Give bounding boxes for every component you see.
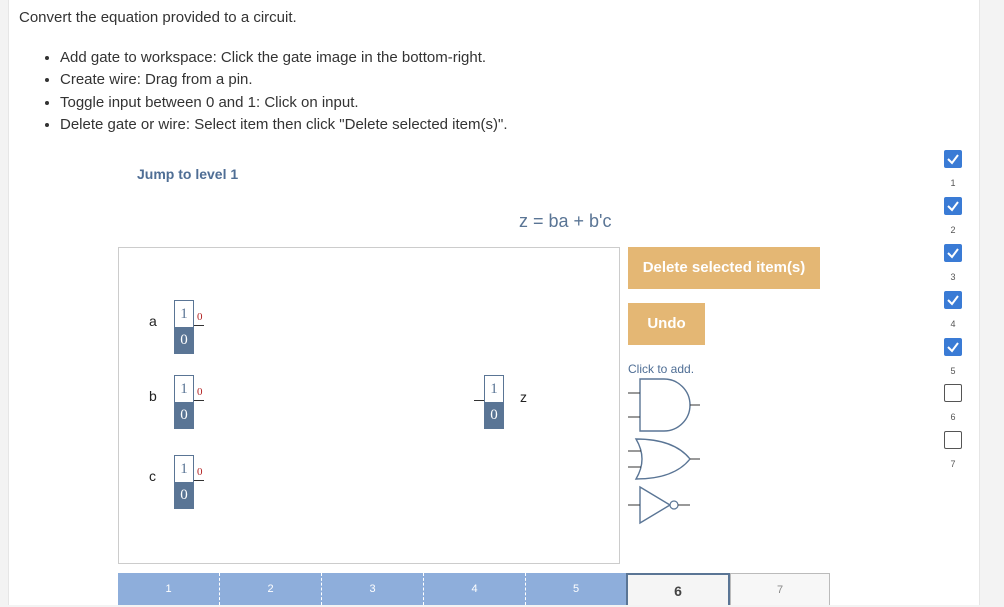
progress-segment-5[interactable]: 5 — [526, 573, 626, 605]
input-label-a: a — [149, 313, 157, 329]
level-number: 1 — [950, 178, 956, 188]
output-pin-c[interactable] — [194, 480, 204, 481]
toggle-zero: 0 — [175, 482, 193, 508]
level-progress-bar: 1 2 3 4 5 6 7 — [118, 573, 830, 605]
instruction-item: Delete gate or wire: Select item then cl… — [60, 114, 508, 136]
progress-segment-3[interactable]: 3 — [322, 573, 424, 605]
indicator-zero: 0 — [485, 402, 503, 428]
instruction-item: Add gate to workspace: Click the gate im… — [60, 47, 508, 69]
level-number: 5 — [950, 366, 956, 376]
instruction-item: Create wire: Drag from a pin. — [60, 69, 508, 91]
input-toggle-c[interactable]: 1 0 — [174, 455, 194, 509]
checked-checkbox-icon — [944, 197, 962, 215]
toggle-one: 1 — [180, 461, 188, 477]
click-to-add-label: Click to add. — [628, 362, 695, 376]
checked-checkbox-icon — [944, 338, 962, 356]
not-gate-icon[interactable] — [626, 485, 694, 525]
output-pin-b[interactable] — [194, 400, 204, 401]
toggle-one: 1 — [180, 381, 188, 397]
progress-segment-4[interactable]: 4 — [424, 573, 526, 605]
level-number: 3 — [950, 272, 956, 282]
delete-selected-button[interactable]: Delete selected item(s) — [628, 247, 820, 289]
progress-segment-2[interactable]: 2 — [220, 573, 322, 605]
output-label-z: z — [520, 389, 527, 405]
output-indicator-z: 1 0 — [484, 375, 504, 429]
checked-checkbox-icon — [944, 150, 962, 168]
checked-checkbox-icon — [944, 291, 962, 309]
unchecked-checkbox-icon — [944, 431, 962, 449]
toggle-zero: 0 — [175, 327, 193, 353]
progress-segment-1[interactable]: 1 — [118, 573, 220, 605]
progress-segment-6[interactable]: 6 — [626, 573, 730, 605]
prompt-text: Convert the equation provided to a circu… — [19, 9, 297, 26]
pin-value-a: 0 — [197, 311, 203, 323]
input-toggle-a[interactable]: 1 0 — [174, 300, 194, 354]
undo-button[interactable]: Undo — [628, 303, 705, 345]
toggle-one: 1 — [180, 306, 188, 322]
level-number: 2 — [950, 225, 956, 235]
instructions-list: Add gate to workspace: Click the gate im… — [44, 47, 508, 136]
input-toggle-b[interactable]: 1 0 — [174, 375, 194, 429]
unchecked-checkbox-icon — [944, 384, 962, 402]
input-pin-z[interactable] — [474, 400, 484, 401]
progress-segment-7[interactable]: 7 — [730, 573, 830, 605]
and-gate-icon[interactable] — [626, 377, 702, 433]
indicator-one: 1 — [490, 381, 498, 397]
level-number: 7 — [950, 459, 956, 469]
instruction-item: Toggle input between 0 and 1: Click on i… — [60, 92, 508, 114]
input-label-c: c — [149, 468, 156, 484]
checked-checkbox-icon — [944, 244, 962, 262]
input-label-b: b — [149, 388, 157, 404]
level-number: 6 — [950, 412, 956, 422]
equation-text: z = ba + b'c — [519, 211, 612, 231]
or-gate-icon[interactable] — [626, 437, 702, 481]
level-number: 4 — [950, 319, 956, 329]
jump-to-level-link[interactable]: Jump to level 1 — [137, 166, 238, 182]
toggle-zero: 0 — [175, 402, 193, 428]
pin-value-b: 0 — [197, 386, 203, 398]
pin-value-c: 0 — [197, 466, 203, 478]
output-pin-a[interactable] — [194, 325, 204, 326]
